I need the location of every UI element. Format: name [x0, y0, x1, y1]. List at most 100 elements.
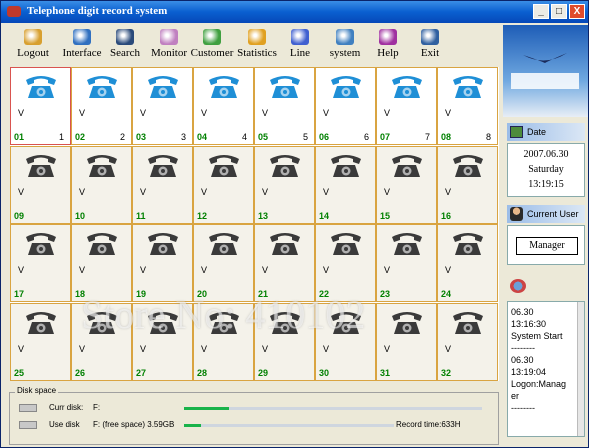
log-line: 06.30	[511, 355, 534, 365]
line-cell-19[interactable]: V 19	[132, 224, 193, 302]
line-cell-11[interactable]: V 11	[132, 145, 193, 224]
line-status: V	[323, 265, 330, 275]
line-cell-01[interactable]: V 01 1	[10, 67, 71, 145]
log-header	[507, 277, 585, 295]
telephone-icon	[328, 310, 364, 336]
close-button[interactable]: X	[569, 4, 585, 19]
line-cell-14[interactable]: V 14	[315, 145, 376, 224]
line-status: V	[140, 108, 147, 118]
toolbar-line-button[interactable]: Line	[285, 27, 315, 65]
log-line: 13:19:04	[511, 367, 547, 377]
line-cell-10[interactable]: V 10	[71, 145, 132, 224]
line-status: V	[18, 186, 25, 197]
line-cell-22[interactable]: V 22	[315, 224, 376, 302]
line-number: 06	[319, 132, 330, 142]
log-box[interactable]: 06.30 13:16:30 System Start -------- 06.30 13…	[507, 301, 585, 437]
line-status: V	[18, 265, 25, 275]
telephone-icon	[450, 74, 486, 100]
line-status: V	[201, 343, 208, 354]
bird-logo-icon	[511, 53, 579, 89]
telephone-icon	[145, 74, 181, 100]
app-window: Telephone digit record system _ □ X Logo…	[0, 0, 589, 448]
toolbar-label: Statistics	[237, 47, 277, 59]
line-number: 28	[197, 367, 208, 378]
line-number: 10	[75, 210, 86, 221]
line-number: 20	[197, 289, 208, 299]
line-number: 18	[75, 289, 86, 299]
log-scrollbar[interactable]	[577, 302, 584, 436]
line-number: 16	[441, 210, 452, 221]
line-cell-15[interactable]: V 15	[376, 145, 437, 224]
line-cell-23[interactable]: V 23	[376, 224, 437, 302]
line-number: 27	[136, 367, 147, 378]
telephone-icon	[206, 153, 242, 179]
window-title: Telephone digit record system	[27, 5, 168, 17]
toolbar-label: Interface	[62, 47, 102, 59]
line-cell-21[interactable]: V 21	[254, 224, 315, 302]
line-cell-07[interactable]: V 07 7	[376, 67, 437, 145]
line-cell-05[interactable]: V 05 5	[254, 67, 315, 145]
toolbar-search-button[interactable]: Search	[107, 27, 143, 65]
telephone-icon	[267, 231, 303, 257]
toolbar-logout-button[interactable]: Logout	[11, 27, 55, 65]
line-index: 6	[363, 132, 369, 142]
line-icon	[291, 29, 309, 45]
line-cell-18[interactable]: V 18	[71, 224, 132, 302]
line-cell-12[interactable]: V 12	[193, 145, 254, 224]
telephone-icon	[206, 74, 242, 100]
line-cell-29[interactable]: V 29	[254, 302, 315, 381]
line-status: V	[262, 186, 269, 197]
toolbar-system-button[interactable]: system	[323, 27, 367, 65]
line-cell-08[interactable]: V 08 8	[437, 67, 498, 145]
line-cell-13[interactable]: V 13	[254, 145, 315, 224]
line-number: 07	[380, 132, 391, 142]
line-cell-02[interactable]: V 02 2	[71, 67, 132, 145]
line-status: V	[384, 343, 391, 354]
line-cell-27[interactable]: V 27	[132, 302, 193, 381]
line-cell-31[interactable]: V 31	[376, 302, 437, 381]
maximize-button[interactable]: □	[551, 4, 567, 19]
current-user-field[interactable]: Manager	[516, 237, 578, 255]
line-cell-28[interactable]: V 28	[193, 302, 254, 381]
toolbar-label: Help	[377, 47, 399, 59]
log-line: System Start	[511, 331, 563, 341]
toolbar-monitor-button[interactable]: Monitor	[149, 27, 189, 65]
line-cell-09[interactable]: V 09	[10, 145, 71, 224]
telephone-icon	[389, 231, 425, 257]
line-number: 15	[380, 210, 391, 221]
toolbar-interface-button[interactable]: Interface	[59, 27, 105, 65]
log-line: 13:16:30	[511, 319, 547, 329]
line-status: V	[79, 186, 86, 197]
line-cell-16[interactable]: V 16	[437, 145, 498, 224]
toolbar-statistics-button[interactable]: Statistics	[235, 27, 279, 65]
minimize-button[interactable]: _	[533, 4, 549, 19]
use-disk-row: Use disk F: (free space) 3.59GB Record t…	[19, 419, 494, 433]
title-bar[interactable]: Telephone digit record system _ □ X	[1, 1, 588, 23]
line-cell-25[interactable]: V 25	[10, 302, 71, 381]
toolbar-help-button[interactable]: Help	[373, 27, 403, 65]
line-cell-17[interactable]: V 17	[10, 224, 71, 302]
toolbar-exit-button[interactable]: Exit	[415, 27, 445, 65]
time-value: 13:19:15	[528, 179, 564, 190]
line-index: 8	[485, 132, 491, 142]
line-cell-03[interactable]: V 03 3	[132, 67, 193, 145]
telephone-icon	[84, 310, 120, 336]
line-status: V	[140, 343, 147, 354]
line-cell-32[interactable]: V 32	[437, 302, 498, 381]
date-title: Date	[527, 127, 547, 137]
line-cell-24[interactable]: V 24	[437, 224, 498, 302]
line-cell-20[interactable]: V 20	[193, 224, 254, 302]
line-number: 12	[197, 210, 208, 221]
globe-icon	[510, 279, 526, 293]
line-number: 26	[75, 367, 86, 378]
toolbar-customer-button[interactable]: Customer	[189, 27, 235, 65]
monitor-icon	[160, 29, 178, 45]
line-cell-30[interactable]: V 30	[315, 302, 376, 381]
line-cell-06[interactable]: V 06 6	[315, 67, 376, 145]
telephone-icon	[328, 231, 364, 257]
line-cell-26[interactable]: V 26	[71, 302, 132, 381]
line-status: V	[140, 265, 147, 275]
line-number: 24	[441, 289, 452, 299]
disk-space-panel: Disk space Curr disk: F: Use disk F: (fr…	[9, 386, 499, 446]
line-cell-04[interactable]: V 04 4	[193, 67, 254, 145]
